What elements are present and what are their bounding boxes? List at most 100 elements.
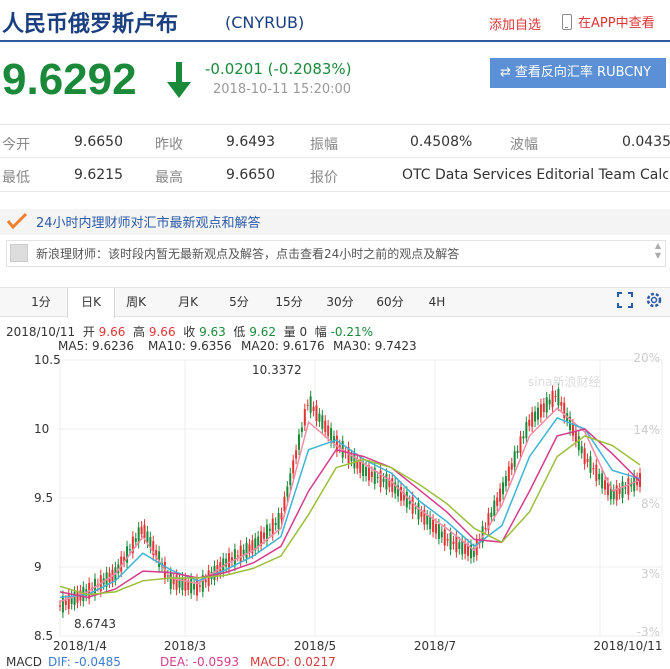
candle-body (455, 536, 458, 553)
candle-body (458, 542, 461, 550)
candle-body (446, 539, 449, 541)
candle-body (134, 538, 137, 542)
fullscreen-icon[interactable] (617, 292, 633, 308)
tab-5[interactable]: 15分 (271, 288, 307, 316)
candle-body (292, 460, 295, 474)
candle-body (233, 549, 236, 566)
volume-value: 0 (299, 325, 308, 339)
candle-body (452, 541, 455, 545)
candle-body (519, 436, 522, 453)
opinion-title[interactable]: 24小时内理财师对汇市最新观点和解答 (36, 212, 261, 231)
candle-body (128, 549, 131, 551)
ma20-label: MA20: 9.6176 (241, 339, 325, 353)
watermark: sina新浪财经 (528, 374, 601, 389)
low-value: 9.62 (249, 325, 276, 339)
tab-7[interactable]: 60分 (372, 288, 408, 316)
kline-chart[interactable]: 10.5 10 9.5 9 8.5 20% 14% 8% 3% -3% 2018/1/4 2018/3… (0, 352, 670, 652)
candle-body (539, 404, 542, 418)
open-value: 9.66 (98, 325, 126, 339)
candle-body (300, 427, 303, 432)
candle-body (504, 476, 507, 487)
tab-4[interactable]: 5分 (222, 288, 256, 316)
candle-body (440, 531, 443, 538)
stat-value: 0.0435 (622, 134, 670, 150)
candle-body (496, 497, 499, 506)
candle-body (464, 543, 467, 554)
avatar (10, 244, 28, 262)
candle-body (449, 533, 452, 550)
candle-body (583, 448, 586, 465)
candle-body (195, 579, 198, 596)
candle-body (586, 459, 589, 462)
ohlc-date: 2018/10/11 (6, 325, 76, 339)
candle-body (624, 487, 627, 489)
candle-body (190, 578, 193, 594)
candle-body (557, 389, 560, 406)
candle-body (61, 595, 64, 613)
notice-scroll-arrows[interactable]: ▲ ▼ (652, 241, 664, 265)
pct-tick-label: 20% (633, 352, 660, 365)
candle-body (589, 456, 592, 473)
candle-body (59, 605, 61, 607)
pct-tick-label: 3% (641, 567, 660, 581)
page-title: 人民币俄罗斯卢布 (2, 12, 179, 37)
candle-body (580, 446, 583, 454)
gear-icon[interactable] (645, 291, 663, 309)
add-favorite-link[interactable]: 添加自选 (489, 14, 541, 33)
view-in-app-link[interactable]: 在APP中查看 (562, 12, 655, 31)
candle-body (309, 396, 312, 413)
candle-body (143, 524, 146, 539)
view-in-app-label: 在APP中查看 (578, 16, 655, 31)
candle-body (554, 395, 557, 397)
candle-body (391, 478, 394, 492)
candle-body (434, 523, 437, 534)
high-label: 高 (133, 325, 146, 339)
reverse-rate-button[interactable]: ⇄ 查看反向汇率 RUBCNY (490, 58, 666, 88)
candle-body (327, 425, 330, 436)
candle-body (536, 407, 539, 420)
tab-0[interactable]: 1分 (24, 288, 58, 316)
candle-body (193, 583, 196, 590)
y-tick-label: 10 (34, 422, 49, 436)
reverse-rate-label: 查看反向汇率 RUBCNY (514, 65, 652, 80)
candle-body (376, 476, 379, 478)
candle-body (286, 486, 289, 497)
candle-body (414, 507, 417, 509)
stats-row: 今开 9.6650 昨收 9.6493 振幅 0.4508% 波幅 0.0435 (0, 124, 670, 158)
candle-body (484, 527, 487, 529)
candle-body (417, 503, 420, 520)
tab-8[interactable]: 4H (422, 288, 452, 316)
candle-body (175, 574, 178, 590)
x-tick-label: 2018/3 (164, 639, 206, 652)
candle-body (621, 481, 624, 498)
stat-value: 9.6215 (74, 167, 123, 183)
candle-body (426, 515, 429, 525)
candle-body (548, 399, 551, 405)
stat-label: 报价 (310, 170, 338, 186)
candle-body (507, 466, 510, 481)
candle-body (207, 570, 210, 587)
stats-table: 今开 9.6650 昨收 9.6493 振幅 0.4508% 波幅 0.0435… (0, 124, 670, 192)
tab-6[interactable]: 30分 (322, 288, 358, 316)
pct-tick-label: 8% (641, 497, 660, 511)
candle-body (321, 415, 324, 429)
ohlc-readout: 2018/10/11 开 9.66 高 9.66 收 9.63 低 9.62 量… (6, 323, 373, 340)
tab-2[interactable]: 周K (118, 288, 154, 316)
tab-1[interactable]: 日K (67, 288, 115, 318)
open-label: 开 (82, 325, 95, 339)
max-annotation: 10.3372 (252, 363, 302, 377)
ma30-label: MA30: 9.7423 (333, 339, 417, 353)
currency-code: (CNYRUB) (225, 13, 305, 32)
stat-label: 最高 (155, 170, 183, 186)
candle-body (595, 464, 598, 481)
notice-text[interactable]: 新浪理财师：该时段内暂无最新观点及解答，点击查看24小时之前的观点及解答 (36, 245, 459, 262)
tab-3[interactable]: 月K (170, 288, 206, 316)
candle-body (306, 404, 309, 406)
candle-body (204, 579, 207, 583)
candle-body (365, 467, 368, 476)
candle-body (73, 591, 76, 605)
close-label: 收 (183, 325, 196, 339)
candle-body (551, 390, 554, 408)
pct-tick-label: -3% (637, 625, 660, 639)
candle-body (592, 467, 595, 470)
